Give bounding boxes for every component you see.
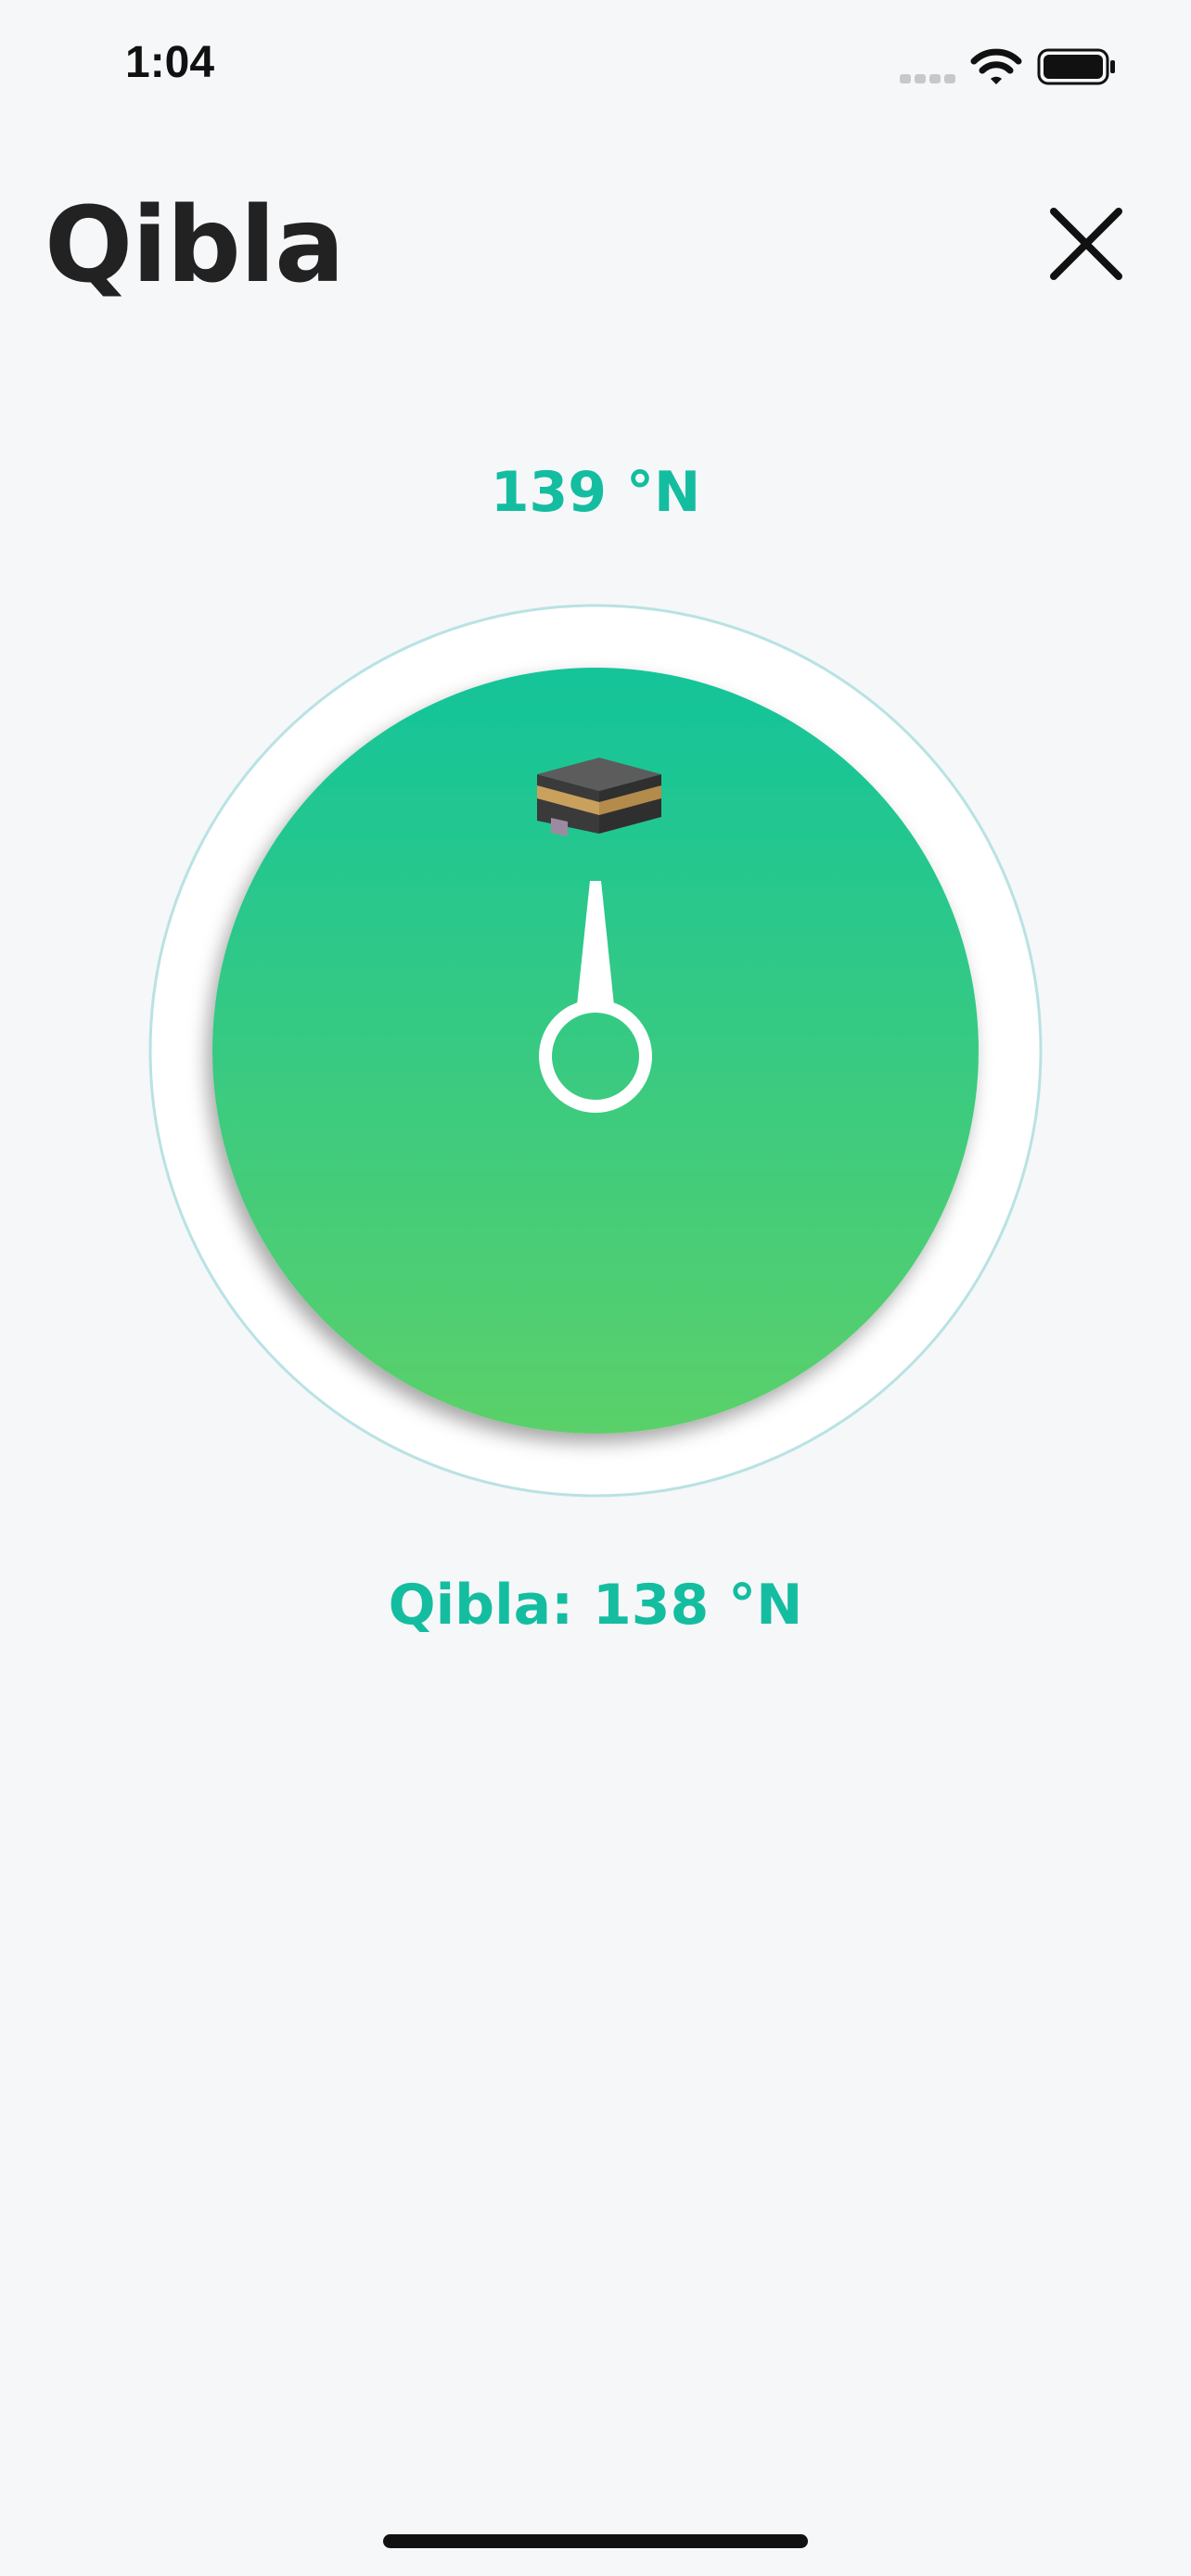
- heading-readout: 139 °N: [490, 460, 701, 525]
- status-bar: 1:04: [0, 0, 1191, 130]
- page-title: Qibla: [45, 185, 345, 306]
- home-indicator[interactable]: [383, 2534, 808, 2548]
- battery-icon: [1037, 48, 1115, 85]
- compass-dial: [148, 604, 1043, 1498]
- signal-icon: [900, 74, 955, 83]
- wifi-icon: [970, 48, 1022, 84]
- qibla-direction: Qibla: 138 °N: [388, 1573, 803, 1638]
- status-time: 1:04: [125, 38, 215, 87]
- close-icon[interactable]: [1048, 206, 1124, 282]
